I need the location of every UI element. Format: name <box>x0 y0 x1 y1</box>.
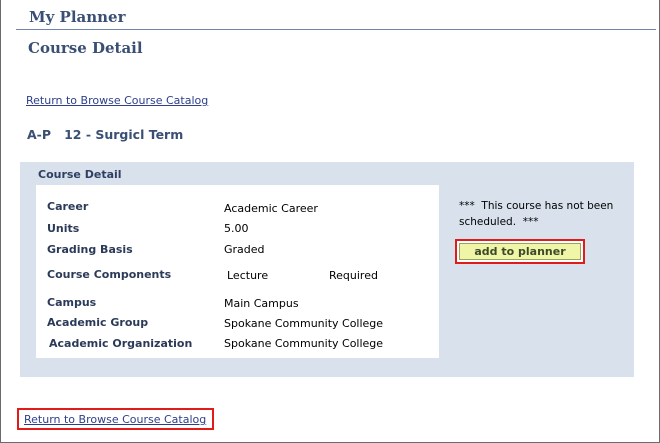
academic-group-value: Spokane Community College <box>224 317 384 330</box>
detail-row-grading: Grading Basis Graded <box>36 243 439 261</box>
course-detail-box: Career Academic Career Units 5.00 Gradin… <box>36 185 439 358</box>
career-label: Career <box>47 200 89 213</box>
detail-row-units: Units 5.00 <box>36 222 439 240</box>
detail-row-components: Course Components Lecture Required <box>36 268 439 286</box>
grading-basis-value: Graded <box>224 243 265 256</box>
academic-group-label: Academic Group <box>47 316 149 329</box>
course-components-value: Lecture <box>227 269 269 282</box>
add-to-planner-button[interactable]: add to planner <box>459 243 581 260</box>
detail-row-academic-group: Academic Group Spokane Community College <box>36 316 439 334</box>
course-components-label: Course Components <box>47 268 172 281</box>
grading-basis-label: Grading Basis <box>47 243 133 256</box>
page-title: Course Detail <box>28 39 143 57</box>
return-to-catalog-link-top[interactable]: Return to Browse Course Catalog <box>26 94 208 107</box>
course-components-status: Required <box>329 269 378 282</box>
units-label: Units <box>47 222 80 235</box>
add-to-planner-highlight: add to planner <box>455 239 585 264</box>
notice-line-2: scheduled. *** <box>459 216 539 228</box>
panel-title: Course Detail <box>38 168 122 181</box>
campus-label: Campus <box>47 296 97 309</box>
campus-value: Main Campus <box>224 297 299 310</box>
planner-header: My Planner <box>16 6 656 30</box>
career-value: Academic Career <box>224 202 318 215</box>
return-to-catalog-link-bottom[interactable]: Return to Browse Course Catalog <box>24 413 206 426</box>
academic-organization-value: Spokane Community College <box>224 337 384 350</box>
detail-row-career: Career Academic Career <box>36 200 439 218</box>
academic-organization-label: Academic Organization <box>49 337 193 350</box>
page-frame: My Planner Course Detail Return to Brows… <box>0 0 660 443</box>
planner-title: My Planner <box>29 8 126 26</box>
detail-row-academic-organization: Academic Organization Spokane Community … <box>36 337 439 355</box>
detail-row-campus: Campus Main Campus <box>36 296 439 314</box>
return-link-highlight: Return to Browse Course Catalog <box>17 408 214 430</box>
not-scheduled-notice: *** This course has not been scheduled. … <box>459 198 624 230</box>
course-heading: A-P 12 - Surgicl Term <box>27 127 184 142</box>
course-detail-panel: Course Detail Career Academic Career Uni… <box>20 162 634 377</box>
units-value: 5.00 <box>224 222 249 235</box>
notice-line-1: *** This course has not been <box>459 200 614 212</box>
